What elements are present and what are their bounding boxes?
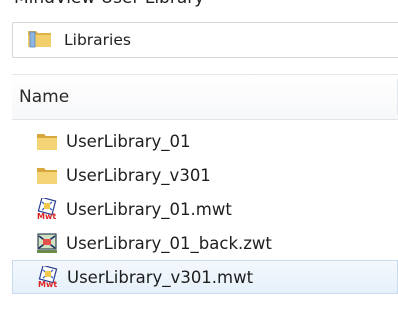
list-item-userlibrary-01[interactable]: UserLibrary_01 — [12, 124, 398, 158]
folder-icon — [36, 164, 58, 186]
list-item-label: UserLibrary_01 — [66, 131, 191, 151]
column-header-label: Name — [19, 87, 70, 107]
list-item-userlibrary-v301-mwt[interactable]: Mwt UserLibrary_v301.mwt — [12, 260, 398, 294]
file-list: Name UserLibrary_01 UserLibrary_v301 Mwt… — [12, 74, 398, 311]
list-item-label: UserLibrary_01.mwt — [66, 199, 232, 219]
libraries-folder-icon — [27, 27, 53, 53]
address-label: Libraries — [64, 31, 131, 49]
mwt-file-icon: Mwt — [37, 266, 59, 288]
list-item-label: UserLibrary_v301 — [66, 165, 211, 185]
zwt-file-icon — [36, 232, 58, 254]
folder-icon — [36, 130, 58, 152]
list-item-label: UserLibrary_01_back.zwt — [66, 233, 272, 253]
list-item-userlibrary-01-back-zwt[interactable]: UserLibrary_01_back.zwt — [12, 226, 398, 260]
list-item-userlibrary-v301[interactable]: UserLibrary_v301 — [12, 158, 398, 192]
mwt-file-icon: Mwt — [36, 198, 58, 220]
column-header-name[interactable]: Name — [12, 75, 398, 120]
window-caption: MindView User Library — [14, 0, 204, 8]
svg-text:Mwt: Mwt — [37, 212, 56, 220]
list-item-label: UserLibrary_v301.mwt — [67, 267, 254, 287]
svg-text:Mwt: Mwt — [38, 280, 57, 288]
list-item-userlibrary-01-mwt[interactable]: Mwt UserLibrary_01.mwt — [12, 192, 398, 226]
address-bar[interactable]: Libraries — [12, 22, 398, 58]
